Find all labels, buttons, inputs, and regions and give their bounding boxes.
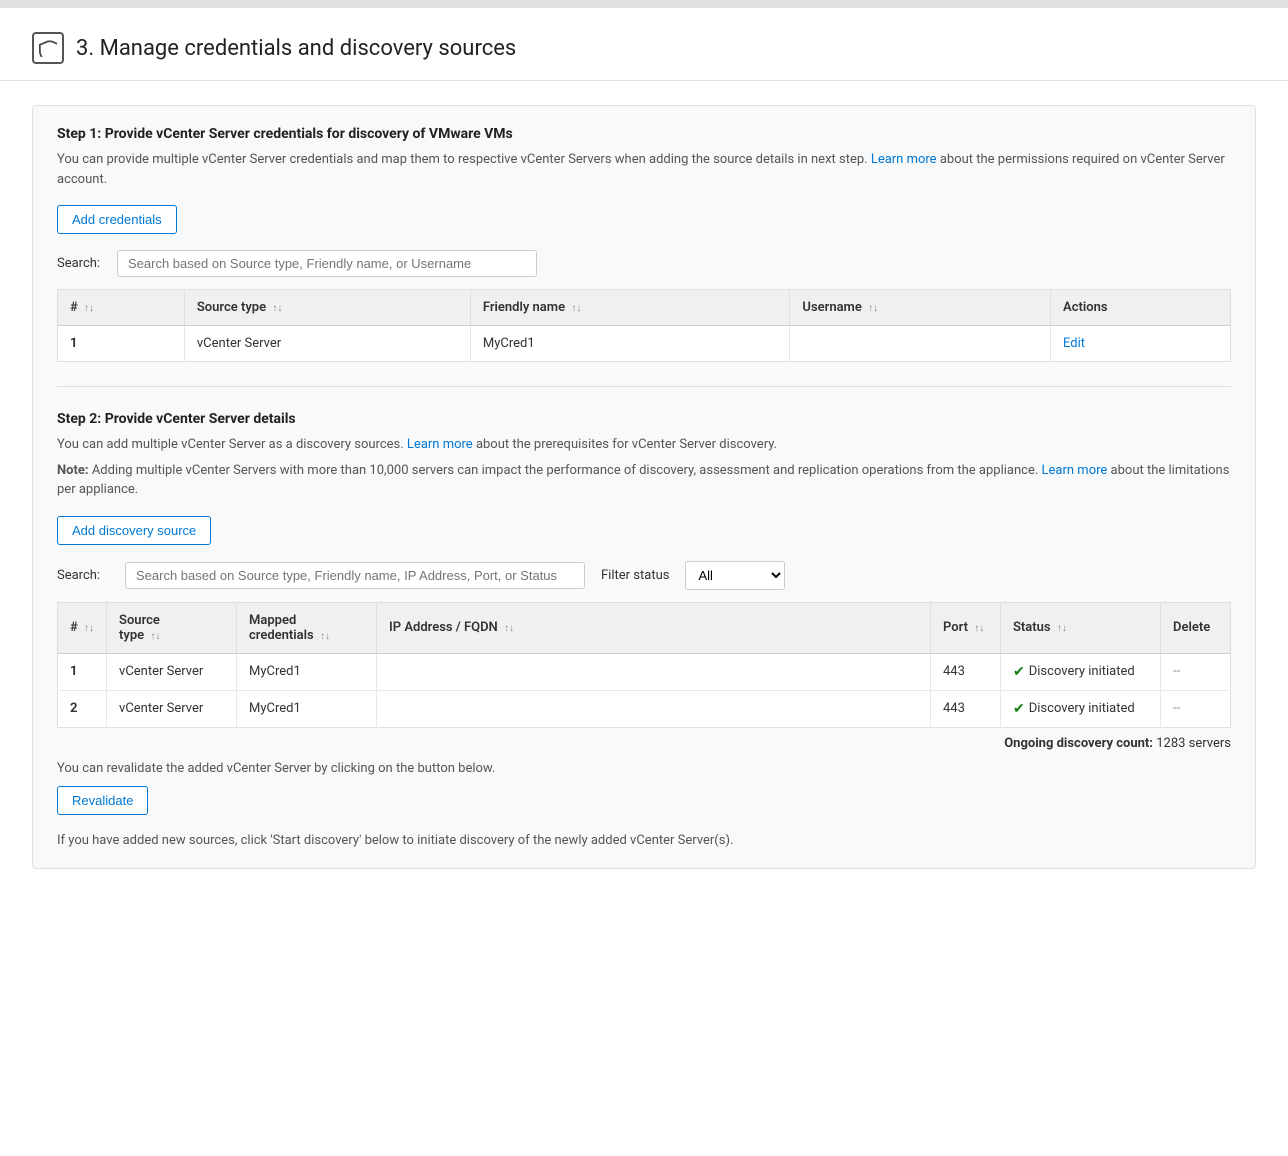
check-icon: ✔ bbox=[1013, 701, 1025, 717]
revalidate-button[interactable]: Revalidate bbox=[57, 786, 148, 815]
page-wrapper: 3. Manage credentials and discovery sour… bbox=[0, 0, 1288, 1156]
step2-desc1: You can add multiple vCenter Server as a… bbox=[57, 435, 1231, 455]
step1-search-row: Search: bbox=[57, 250, 1231, 277]
cell-num: 1 bbox=[58, 653, 107, 690]
add-credentials-button[interactable]: Add credentials bbox=[57, 205, 177, 234]
step2-col-mapped: Mappedcredentials ↑↓ bbox=[237, 602, 377, 653]
cell-num: 1 bbox=[58, 326, 185, 362]
cell-delete: -- bbox=[1161, 690, 1231, 727]
step1-table: # ↑↓ Source type ↑↓ Friendly name ↑↓ Use… bbox=[57, 289, 1231, 362]
table-row: 2 vCenter Server MyCred1 443 ✔ Discovery… bbox=[58, 690, 1231, 727]
cell-delete: -- bbox=[1161, 653, 1231, 690]
cell-source-type: vCenter Server bbox=[107, 653, 237, 690]
step2-note: Note: Adding multiple vCenter Servers wi… bbox=[57, 461, 1231, 500]
cell-source-type: vCenter Server bbox=[184, 326, 470, 362]
filter-status-select[interactable]: All bbox=[685, 561, 785, 590]
step2-col-ip: IP Address / FQDN ↑↓ bbox=[377, 602, 931, 653]
cell-status: ✔ Discovery initiated bbox=[1001, 690, 1161, 727]
revalidate-note: You can revalidate the added vCenter Ser… bbox=[57, 761, 1231, 776]
cell-actions: Edit bbox=[1051, 326, 1231, 362]
cell-friendly-name: MyCred1 bbox=[470, 326, 790, 362]
sort-icon: ↑↓ bbox=[84, 303, 94, 314]
step1-col-friendly: Friendly name ↑↓ bbox=[470, 290, 790, 326]
step2-col-source: Sourcetype ↑↓ bbox=[107, 602, 237, 653]
page-header: 3. Manage credentials and discovery sour… bbox=[0, 8, 1288, 81]
check-icon: ✔ bbox=[1013, 664, 1025, 680]
step2-learn-more-link1[interactable]: Learn more bbox=[407, 437, 473, 452]
step2-table-body: 1 vCenter Server MyCred1 443 ✔ Discovery… bbox=[58, 653, 1231, 727]
step2-col-status: Status ↑↓ bbox=[1001, 602, 1161, 653]
cell-mapped-creds: MyCred1 bbox=[237, 690, 377, 727]
discovery-count-row: Ongoing discovery count: 1283 servers bbox=[57, 736, 1231, 751]
cell-username bbox=[790, 326, 1051, 362]
step2-title: Step 2: Provide vCenter Server details bbox=[57, 411, 1231, 427]
bottom-note: If you have added new sources, click 'St… bbox=[57, 833, 1231, 848]
cell-mapped-creds: MyCred1 bbox=[237, 653, 377, 690]
step2-table-header-row: # ↑↓ Sourcetype ↑↓ Mappedcredentials ↑↓ … bbox=[58, 602, 1231, 653]
step2-search-label: Search: bbox=[57, 568, 109, 583]
step1-col-source: Source type ↑↓ bbox=[184, 290, 470, 326]
sort-icon: ↑↓ bbox=[272, 303, 282, 314]
cell-status: ✔ Discovery initiated bbox=[1001, 653, 1161, 690]
sort-icon: ↑↓ bbox=[504, 623, 514, 634]
step1-col-username: Username ↑↓ bbox=[790, 290, 1051, 326]
cell-ip-fqdn bbox=[377, 690, 931, 727]
sort-icon: ↑↓ bbox=[1057, 623, 1067, 634]
step1-col-actions: Actions bbox=[1051, 290, 1231, 326]
top-bar bbox=[0, 0, 1288, 8]
sort-icon: ↑↓ bbox=[571, 303, 581, 314]
shield-icon bbox=[32, 32, 64, 64]
step1-card: Step 1: Provide vCenter Server credentia… bbox=[32, 105, 1256, 869]
sort-icon: ↑↓ bbox=[320, 631, 330, 642]
add-discovery-source-button[interactable]: Add discovery source bbox=[57, 516, 211, 545]
cell-num: 2 bbox=[58, 690, 107, 727]
edit-link[interactable]: Edit bbox=[1063, 336, 1085, 351]
step2-learn-more-link2[interactable]: Learn more bbox=[1042, 463, 1108, 478]
step1-col-num: # ↑↓ bbox=[58, 290, 185, 326]
step1-table-header-row: # ↑↓ Source type ↑↓ Friendly name ↑↓ Use… bbox=[58, 290, 1231, 326]
sort-icon: ↑↓ bbox=[150, 631, 160, 642]
step2-col-delete: Delete bbox=[1161, 602, 1231, 653]
step1-title: Step 1: Provide vCenter Server credentia… bbox=[57, 126, 1231, 142]
step1-table-body: 1 vCenter Server MyCred1 Edit bbox=[58, 326, 1231, 362]
step1-search-label: Search: bbox=[57, 256, 109, 271]
step2-search-input[interactable] bbox=[125, 562, 585, 589]
step1-learn-more-link[interactable]: Learn more bbox=[871, 152, 937, 167]
cell-source-type: vCenter Server bbox=[107, 690, 237, 727]
cell-ip-fqdn bbox=[377, 653, 931, 690]
step2-table: # ↑↓ Sourcetype ↑↓ Mappedcredentials ↑↓ … bbox=[57, 602, 1231, 728]
content-area: Step 1: Provide vCenter Server credentia… bbox=[0, 81, 1288, 893]
page-title: 3. Manage credentials and discovery sour… bbox=[76, 36, 516, 61]
sort-icon: ↑↓ bbox=[868, 303, 878, 314]
status-text: Discovery initiated bbox=[1029, 664, 1135, 679]
step2-col-port: Port ↑↓ bbox=[931, 602, 1001, 653]
filter-status-label: Filter status bbox=[601, 568, 669, 583]
step1-desc1: You can provide multiple vCenter Server … bbox=[57, 150, 1231, 189]
section-divider bbox=[57, 386, 1231, 387]
sort-icon: ↑↓ bbox=[974, 623, 984, 634]
ongoing-discovery-label: Ongoing discovery count: bbox=[1004, 736, 1153, 751]
table-row: 1 vCenter Server MyCred1 443 ✔ Discovery… bbox=[58, 653, 1231, 690]
ongoing-discovery-value: 1283 servers bbox=[1156, 736, 1231, 751]
step1-search-input[interactable] bbox=[117, 250, 537, 277]
step2-col-num: # ↑↓ bbox=[58, 602, 107, 653]
status-text: Discovery initiated bbox=[1029, 701, 1135, 716]
cell-port: 443 bbox=[931, 690, 1001, 727]
step2-filter-row: Search: Filter status All bbox=[57, 561, 1231, 590]
cell-port: 443 bbox=[931, 653, 1001, 690]
sort-icon: ↑↓ bbox=[84, 623, 94, 634]
table-row: 1 vCenter Server MyCred1 Edit bbox=[58, 326, 1231, 362]
